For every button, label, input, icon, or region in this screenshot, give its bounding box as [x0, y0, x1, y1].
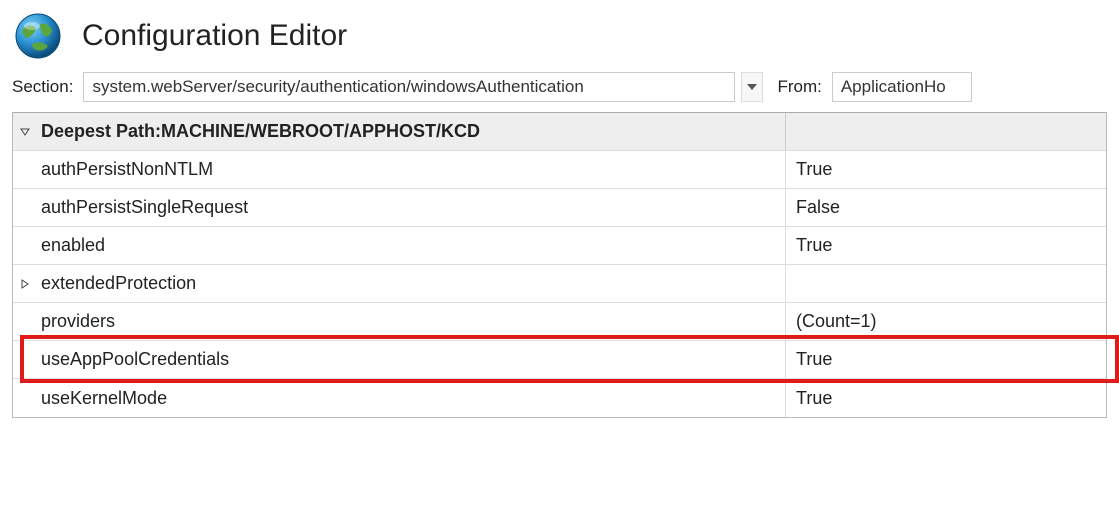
prop-value: True [796, 235, 832, 256]
from-input[interactable] [832, 72, 972, 102]
prop-name: extendedProtection [41, 273, 196, 294]
prop-value: False [796, 197, 840, 218]
grid-row[interactable]: providers (Count=1) [13, 303, 1106, 341]
prop-value: True [796, 388, 832, 409]
prop-name: useKernelMode [41, 388, 167, 409]
deepest-path-label: Deepest Path: [41, 121, 161, 142]
prop-name: enabled [41, 235, 105, 256]
collapse-icon[interactable] [13, 113, 37, 150]
toolbar: Section: From: [0, 68, 1119, 112]
prop-value: True [796, 349, 832, 370]
prop-name: useAppPoolCredentials [41, 349, 229, 370]
from-label: From: [777, 77, 821, 97]
grid-row[interactable]: enabled True [13, 227, 1106, 265]
prop-name: authPersistSingleRequest [41, 197, 248, 218]
grid-row[interactable]: useAppPoolCredentials True [13, 341, 1106, 379]
section-dropdown-button[interactable] [741, 72, 763, 102]
prop-name: authPersistNonNTLM [41, 159, 213, 180]
prop-name: providers [41, 311, 115, 332]
deepest-path-value: MACHINE/WEBROOT/APPHOST/KCD [161, 121, 480, 142]
globe-icon [12, 10, 64, 62]
grid-row[interactable]: extendedProtection [13, 265, 1106, 303]
grid-row[interactable]: useKernelMode True [13, 379, 1106, 417]
grid-row[interactable]: authPersistNonNTLM True [13, 151, 1106, 189]
section-input[interactable] [83, 72, 735, 102]
editor-header: Configuration Editor [0, 0, 1119, 68]
section-label: Section: [12, 77, 73, 97]
prop-value: True [796, 159, 832, 180]
property-grid: Deepest Path: MACHINE/WEBROOT/APPHOST/KC… [12, 112, 1107, 418]
page-title: Configuration Editor [82, 19, 347, 53]
grid-header-row[interactable]: Deepest Path: MACHINE/WEBROOT/APPHOST/KC… [13, 113, 1106, 151]
grid-row[interactable]: authPersistSingleRequest False [13, 189, 1106, 227]
expand-icon[interactable] [13, 265, 37, 302]
prop-value: (Count=1) [796, 311, 877, 332]
